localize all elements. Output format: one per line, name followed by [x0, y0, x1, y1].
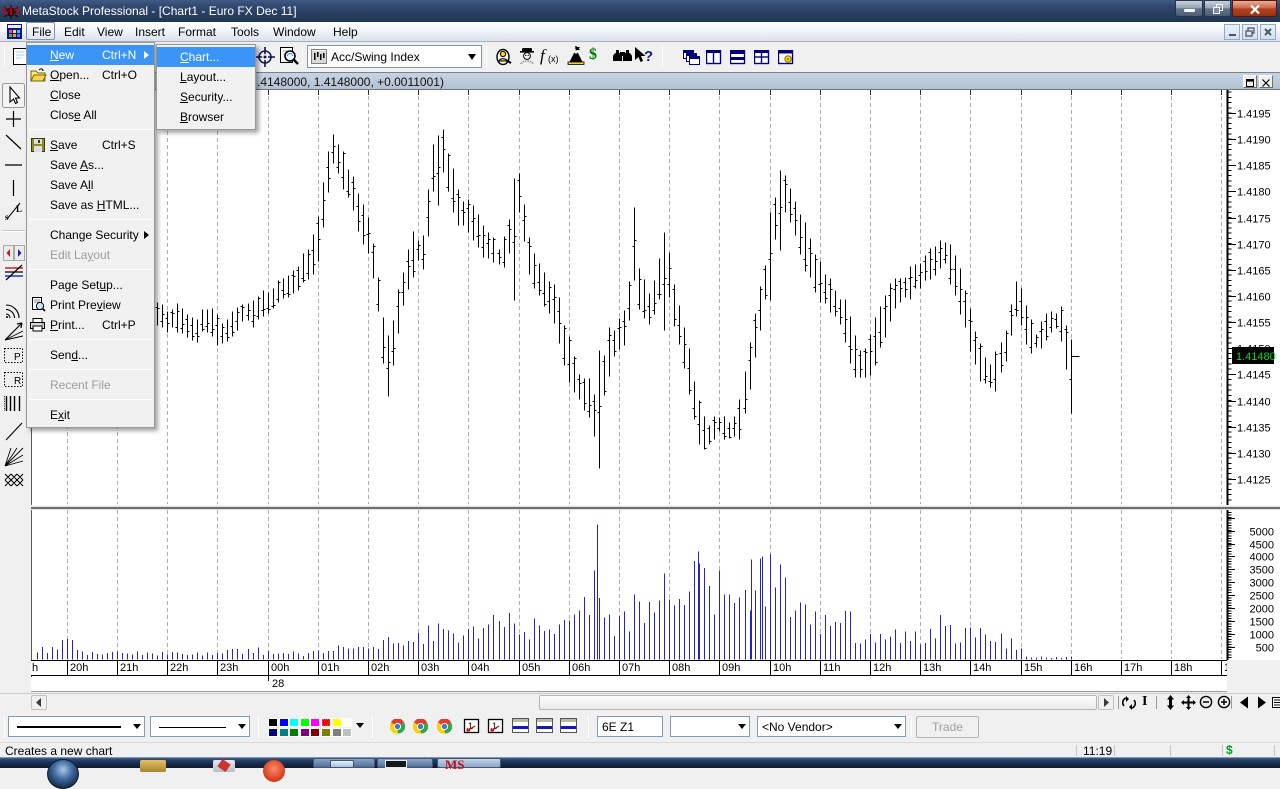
- svg-text:1.4125: 1.4125: [1237, 475, 1271, 487]
- svg-text:1.4175: 1.4175: [1237, 214, 1271, 226]
- svg-text:1.4160: 1.4160: [1237, 292, 1271, 304]
- svg-text:5000: 5000: [1250, 527, 1274, 539]
- svg-text:1.4185: 1.4185: [1237, 161, 1271, 173]
- svg-text:1.4135: 1.4135: [1237, 423, 1271, 435]
- svg-text:(x): (x): [548, 54, 559, 64]
- svg-text:4000: 4000: [1250, 552, 1274, 564]
- svg-text:1.41480: 1.41480: [1236, 351, 1276, 363]
- svg-text:s: s: [5, 212, 9, 222]
- svg-text:P: P: [14, 352, 21, 363]
- svg-text:1.4190: 1.4190: [1237, 135, 1271, 147]
- svg-text:1500: 1500: [1250, 617, 1274, 629]
- svg-text:2500: 2500: [1250, 591, 1274, 603]
- svg-text:2000: 2000: [1250, 604, 1274, 616]
- svg-text:f: f: [540, 47, 547, 65]
- svg-text:R: R: [14, 376, 21, 387]
- svg-text:3500: 3500: [1250, 565, 1274, 577]
- svg-text:1.4170: 1.4170: [1237, 240, 1271, 252]
- svg-text:1.4130: 1.4130: [1237, 449, 1271, 461]
- svg-text:500: 500: [1256, 643, 1274, 655]
- svg-text:1.4180: 1.4180: [1237, 187, 1271, 199]
- svg-text:3000: 3000: [1250, 578, 1274, 590]
- svg-text:L: L: [16, 204, 22, 214]
- svg-text:1.4195: 1.4195: [1237, 109, 1271, 121]
- svg-text:4500: 4500: [1250, 540, 1274, 552]
- svg-text:MS: MS: [2, 4, 20, 18]
- svg-text:1.4155: 1.4155: [1237, 318, 1271, 330]
- svg-text:1.4140: 1.4140: [1237, 397, 1271, 409]
- svg-text:1.4145: 1.4145: [1237, 370, 1271, 382]
- svg-text:1.4165: 1.4165: [1237, 266, 1271, 278]
- svg-text:?: ?: [644, 48, 653, 65]
- svg-text:1000: 1000: [1250, 630, 1274, 642]
